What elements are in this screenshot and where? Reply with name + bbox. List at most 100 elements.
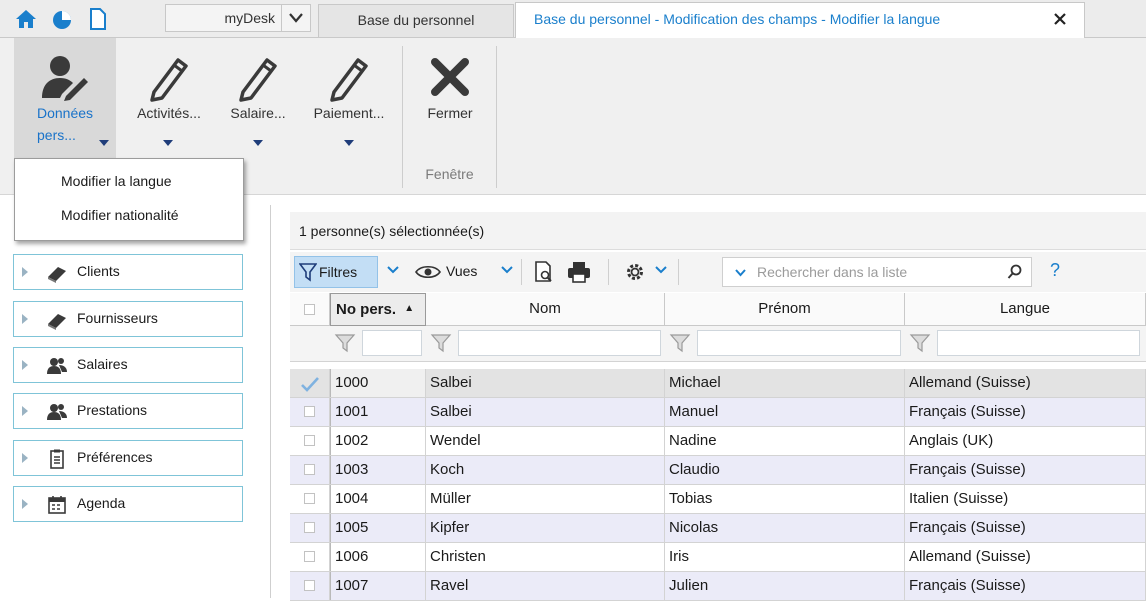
row-select-cell[interactable] (290, 572, 330, 600)
tab-modifier-la-langue[interactable]: Base du personnel - Modification des cha… (515, 2, 1085, 38)
table-row[interactable]: 1007 Ravel Julien Français (Suisse) (290, 572, 1146, 601)
cell-no-pers[interactable]: 1007 (330, 572, 426, 600)
paiement-button[interactable]: Paiement... (300, 38, 398, 158)
sidebar-item-fournisseurs[interactable]: Fournisseurs (13, 301, 243, 337)
table-row[interactable]: 1005 Kipfer Nicolas Français (Suisse) (290, 514, 1146, 543)
cell-nom[interactable]: Müller (426, 485, 665, 513)
row-select-cell[interactable] (290, 369, 330, 397)
table-row[interactable]: 1004 Müller Tobias Italien (Suisse) (290, 485, 1146, 514)
cell-nom[interactable]: Christen (426, 543, 665, 571)
gear-icon[interactable] (624, 261, 646, 283)
cell-nom[interactable]: Wendel (426, 427, 665, 455)
row-select-cell[interactable] (290, 485, 330, 513)
cell-langue[interactable]: Anglais (UK) (905, 427, 1146, 455)
cell-langue[interactable]: Allemand (Suisse) (905, 543, 1146, 571)
cell-no-pers[interactable]: 1003 (330, 456, 426, 484)
cell-langue[interactable]: Français (Suisse) (905, 514, 1146, 542)
table-row[interactable]: 1003 Koch Claudio Français (Suisse) (290, 456, 1146, 485)
document-icon[interactable] (86, 7, 110, 31)
row-checkbox[interactable] (304, 551, 315, 562)
cell-nom[interactable]: Kipfer (426, 514, 665, 542)
row-checkbox[interactable] (304, 493, 315, 504)
cell-langue[interactable]: Italien (Suisse) (905, 485, 1146, 513)
panel-divider[interactable] (270, 205, 271, 598)
home-icon[interactable] (14, 7, 38, 31)
row-select-cell[interactable] (290, 456, 330, 484)
row-select-cell[interactable] (290, 514, 330, 542)
search-icon[interactable] (1007, 264, 1023, 280)
row-checkbox[interactable] (304, 580, 315, 591)
menu-item-modifier-langue[interactable]: Modifier la langue (61, 173, 172, 189)
filter-funnel-icon[interactable] (334, 332, 356, 354)
help-button[interactable]: ? (1050, 260, 1060, 281)
activites-button[interactable]: Activités... (122, 38, 216, 158)
donnees-pers-button[interactable]: Données pers... (14, 38, 116, 158)
row-select-cell[interactable] (290, 398, 330, 426)
chevron-down-icon[interactable] (735, 269, 746, 277)
cell-prenom[interactable]: Claudio (665, 456, 905, 484)
filter-input-prenom[interactable] (697, 330, 901, 356)
cell-no-pers[interactable]: 1004 (330, 485, 426, 513)
mydesk-selector[interactable]: myDesk (165, 4, 281, 32)
cell-prenom[interactable]: Tobias (665, 485, 905, 513)
cell-no-pers[interactable]: 1001 (330, 398, 426, 426)
sidebar-item-salaires[interactable]: Salaires (13, 347, 243, 383)
filter-input-no-pers[interactable] (362, 330, 422, 356)
filter-funnel-icon[interactable] (909, 332, 931, 354)
printer-icon[interactable] (567, 261, 591, 283)
vues-button[interactable]: Vues (446, 263, 477, 279)
print-preview-icon[interactable] (533, 260, 555, 284)
cell-langue[interactable]: Français (Suisse) (905, 398, 1146, 426)
filter-input-langue[interactable] (937, 330, 1140, 356)
filtres-button[interactable]: Filtres (294, 256, 378, 288)
cell-prenom[interactable]: Manuel (665, 398, 905, 426)
search-input[interactable]: Rechercher dans la liste (722, 257, 1032, 287)
row-checkbox[interactable] (304, 522, 315, 533)
column-header-nom[interactable]: Nom (426, 293, 665, 326)
filter-input-nom[interactable] (458, 330, 661, 356)
cell-prenom[interactable]: Michael (665, 369, 905, 397)
pie-chart-icon[interactable] (50, 7, 74, 31)
sidebar-item-preferences[interactable]: Préférences (13, 440, 243, 476)
checkmark-icon[interactable] (300, 376, 320, 392)
table-row[interactable]: 1006 Christen Iris Allemand (Suisse) (290, 543, 1146, 572)
column-header-langue[interactable]: Langue (905, 293, 1146, 326)
chevron-down-icon[interactable] (655, 266, 667, 274)
select-all-checkbox[interactable] (304, 304, 315, 315)
row-checkbox[interactable] (304, 406, 315, 417)
chevron-down-icon[interactable] (387, 266, 399, 274)
sidebar-item-clients[interactable]: Clients (13, 254, 243, 290)
cell-nom[interactable]: Salbei (426, 369, 665, 397)
cell-no-pers[interactable]: 1005 (330, 514, 426, 542)
cell-nom[interactable]: Ravel (426, 572, 665, 600)
cell-langue[interactable]: Français (Suisse) (905, 572, 1146, 600)
cell-langue[interactable]: Français (Suisse) (905, 456, 1146, 484)
sidebar-item-agenda[interactable]: Agenda (13, 486, 243, 522)
mydesk-dropdown-button[interactable] (281, 4, 311, 32)
cell-nom[interactable]: Salbei (426, 398, 665, 426)
filter-funnel-icon[interactable] (430, 332, 452, 354)
cell-langue[interactable]: Allemand (Suisse) (905, 369, 1146, 397)
column-header-no-pers[interactable]: No pers. ▲ (330, 293, 426, 326)
cell-no-pers[interactable]: 1002 (330, 427, 426, 455)
cell-prenom[interactable]: Julien (665, 572, 905, 600)
sidebar-item-prestations[interactable]: Prestations (13, 393, 243, 429)
row-select-cell[interactable] (290, 543, 330, 571)
table-row[interactable]: 1002 Wendel Nadine Anglais (UK) (290, 427, 1146, 456)
cell-no-pers[interactable]: 1006 (330, 543, 426, 571)
close-tab-icon[interactable] (1052, 11, 1068, 27)
row-select-cell[interactable] (290, 427, 330, 455)
cell-prenom[interactable]: Nadine (665, 427, 905, 455)
column-header-prenom[interactable]: Prénom (665, 293, 905, 326)
fermer-button[interactable]: Fermer (412, 38, 488, 158)
row-checkbox[interactable] (304, 464, 315, 475)
filter-funnel-icon[interactable] (669, 332, 691, 354)
table-row[interactable]: 1000 Salbei Michael Allemand (Suisse) (290, 369, 1146, 398)
cell-nom[interactable]: Koch (426, 456, 665, 484)
select-all-cell[interactable] (290, 293, 330, 326)
tab-base-du-personnel[interactable]: Base du personnel (318, 4, 514, 37)
row-checkbox[interactable] (304, 435, 315, 446)
cell-prenom[interactable]: Iris (665, 543, 905, 571)
cell-no-pers[interactable]: 1000 (330, 369, 426, 397)
menu-item-modifier-nationalite[interactable]: Modifier nationalité (61, 207, 179, 223)
